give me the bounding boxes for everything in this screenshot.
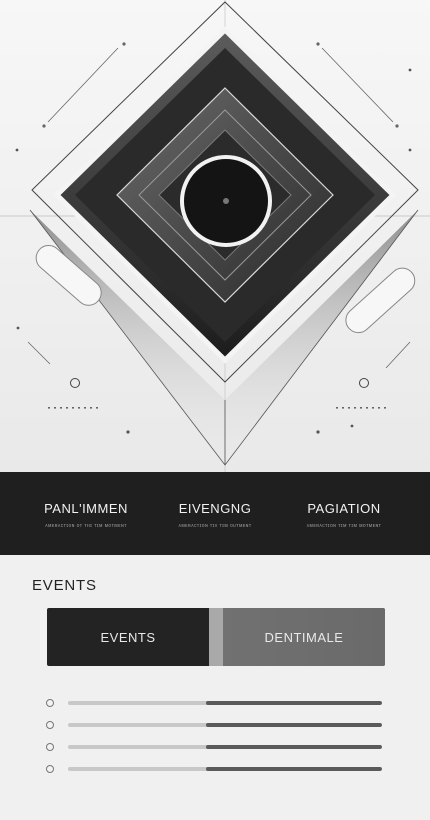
nav-item-eivengng[interactable]: EIVENGNG ᴀᴍᴇʀᴀᴄᴛɪᴏɴ ᴛɪᴠ ᴛɪᴍ ᴏᴜᴛᴍᴇɴᴛ: [155, 499, 275, 529]
progress-track: [68, 745, 382, 749]
diamond-graphic: [0, 0, 430, 472]
hero-illustration: [0, 0, 430, 472]
list-item[interactable]: [46, 762, 386, 784]
bullet-icon: [46, 699, 54, 707]
navigation-bar: PANL'IMMEN ᴀᴍᴇʀᴀᴄᴛɪᴏɴ ᴏᴛ ᴛʜɪ ᴛɪᴍ ᴍᴏᴛᴍᴇɴᴛ…: [0, 472, 430, 555]
nav-item-pagiation[interactable]: PAGIATION ᴀᴍᴇʀᴀᴄᴛɪᴏɴ ᴛɪᴍ ᴛɪᴍ ᴍᴏᴛᴍᴇɴᴛ: [284, 499, 404, 529]
nav-item-caption: ᴀᴍᴇʀᴀᴄᴛɪᴏɴ ᴏᴛ ᴛʜɪ ᴛɪᴍ ᴍᴏᴛᴍᴇɴᴛ: [45, 522, 127, 529]
nav-item-label: PAGIATION: [307, 500, 381, 516]
progress-track: [68, 701, 382, 705]
list-item[interactable]: [46, 718, 386, 740]
list-item[interactable]: [46, 696, 386, 718]
event-list: [46, 696, 386, 784]
nav-item-caption: ᴀᴍᴇʀᴀᴄᴛɪᴏɴ ᴛɪᴍ ᴛɪᴍ ᴍᴏᴛᴍᴇɴᴛ: [306, 522, 382, 529]
progress-track: [68, 723, 382, 727]
nav-item-label: PANL'IMMEN: [44, 500, 128, 516]
bullet-icon: [46, 721, 54, 729]
bullet-icon: [46, 743, 54, 751]
section-title: EVENTS: [32, 577, 97, 594]
bullet-icon: [46, 765, 54, 773]
tab-dentimale[interactable]: DENTIMALE: [209, 608, 385, 666]
nav-item-caption: ᴀᴍᴇʀᴀᴄᴛɪᴏɴ ᴛɪᴠ ᴛɪᴍ ᴏᴜᴛᴍᴇɴᴛ: [178, 522, 252, 529]
progress-fill: [206, 767, 382, 771]
progress-fill: [206, 745, 382, 749]
progress-fill: [206, 701, 382, 705]
tab-group: EVENTS DENTIMALE: [47, 608, 385, 666]
nav-item-panlimmen[interactable]: PANL'IMMEN ᴀᴍᴇʀᴀᴄᴛɪᴏɴ ᴏᴛ ᴛʜɪ ᴛɪᴍ ᴍᴏᴛᴍᴇɴᴛ: [26, 499, 146, 529]
progress-fill: [206, 723, 382, 727]
progress-track: [68, 767, 382, 771]
tab-events[interactable]: EVENTS: [47, 608, 209, 666]
list-item[interactable]: [46, 740, 386, 762]
nav-item-label: EIVENGNG: [178, 500, 252, 516]
